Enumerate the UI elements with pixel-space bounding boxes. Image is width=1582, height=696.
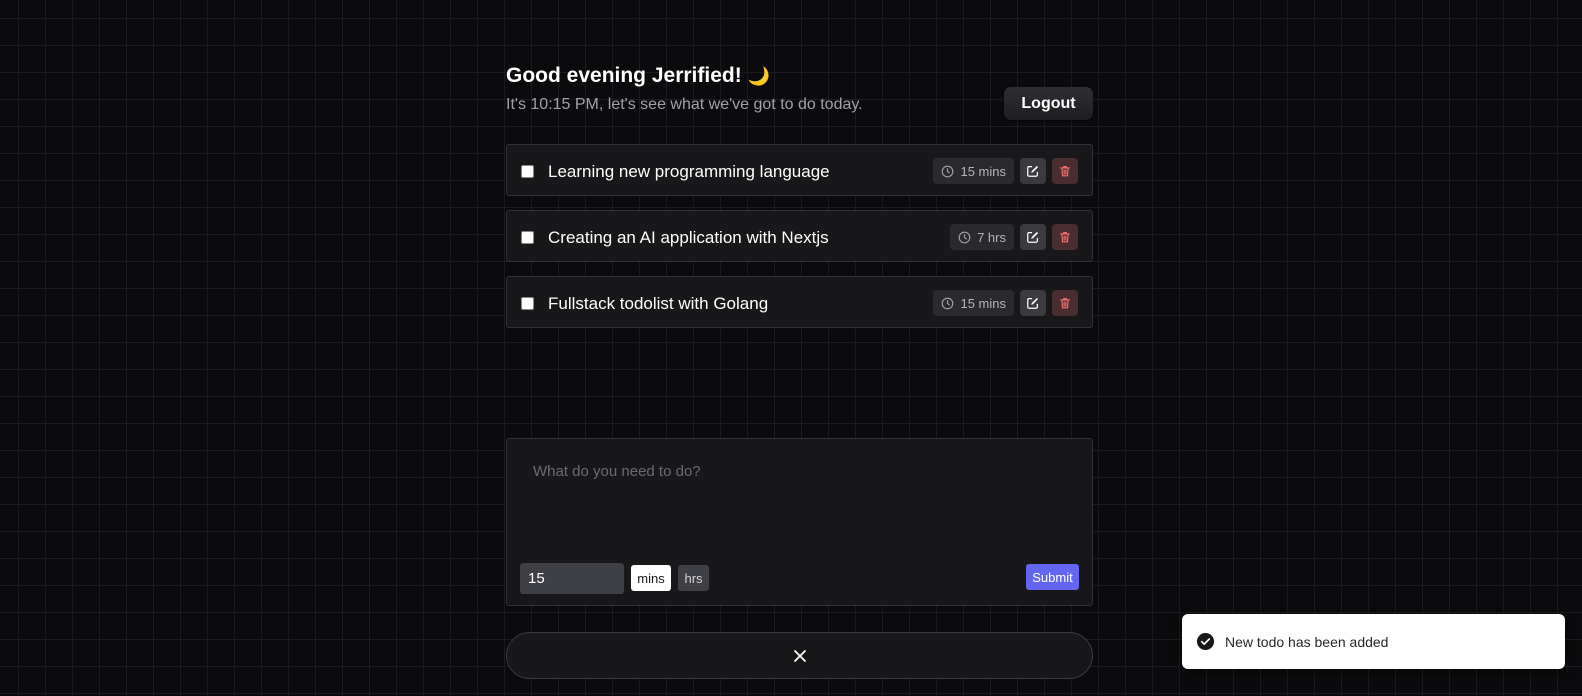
close-icon — [793, 649, 806, 662]
duration-badge: 15 mins — [933, 158, 1014, 184]
edit-icon — [1027, 165, 1039, 177]
todo-item: Creating an AI application with Nextjs 7… — [506, 210, 1093, 262]
submit-button[interactable]: Submit — [1026, 564, 1079, 590]
duration-text: 7 hrs — [977, 229, 1006, 245]
check-circle-icon — [1196, 632, 1215, 651]
edit-icon — [1027, 297, 1039, 309]
todo-textarea[interactable] — [519, 451, 1079, 551]
trash-icon — [1060, 166, 1070, 177]
todo-actions: 7 hrs — [950, 224, 1078, 250]
todo-title: Creating an AI application with Nextjs — [548, 228, 829, 247]
page-subtitle: It's 10:15 PM, let's see what we've got … — [506, 96, 863, 113]
todo-item: Fullstack todolist with Golang 15 mins — [506, 276, 1093, 328]
edit-button[interactable] — [1020, 290, 1046, 316]
page-title: Good evening Jerrified! 🌙 — [506, 64, 770, 88]
close-form-button[interactable] — [506, 632, 1093, 679]
delete-button[interactable] — [1052, 224, 1078, 250]
trash-icon — [1060, 232, 1070, 243]
duration-text: 15 mins — [960, 163, 1006, 179]
toast-notification: New todo has been added — [1182, 614, 1565, 669]
todo-checkbox[interactable] — [521, 165, 534, 178]
logout-button[interactable]: Logout — [1004, 87, 1093, 120]
todo-checkbox[interactable] — [521, 231, 534, 244]
edit-icon — [1027, 231, 1039, 243]
clock-icon — [942, 165, 954, 177]
duration-text: 15 mins — [960, 295, 1006, 311]
todo-title: Learning new programming language — [548, 162, 830, 181]
new-todo-form: mins hrs Submit — [506, 438, 1093, 606]
edit-button[interactable] — [1020, 158, 1046, 184]
todo-item: Learning new programming language 15 min… — [506, 144, 1093, 196]
moon-icon: 🌙 — [747, 66, 771, 86]
todo-checkbox[interactable] — [521, 297, 534, 310]
todo-list: Learning new programming language 15 min… — [506, 144, 1093, 342]
toast-message: New todo has been added — [1225, 633, 1389, 650]
edit-button[interactable] — [1020, 224, 1046, 250]
unit-mins-button[interactable]: mins — [631, 565, 671, 591]
todo-app: Good evening Jerrified! 🌙 It's 10:15 PM, … — [506, 0, 1093, 696]
duration-badge: 15 mins — [933, 290, 1014, 316]
clock-icon — [942, 297, 954, 309]
todo-actions: 15 mins — [933, 158, 1078, 184]
todo-title: Fullstack todolist with Golang — [548, 294, 769, 313]
duration-input[interactable] — [520, 563, 624, 594]
duration-badge: 7 hrs — [950, 224, 1014, 250]
todo-actions: 15 mins — [933, 290, 1078, 316]
unit-hrs-button[interactable]: hrs — [678, 565, 709, 591]
delete-button[interactable] — [1052, 290, 1078, 316]
delete-button[interactable] — [1052, 158, 1078, 184]
clock-icon — [958, 231, 971, 243]
trash-icon — [1060, 298, 1070, 309]
greeting-text: Good evening Jerrified! — [506, 64, 742, 87]
